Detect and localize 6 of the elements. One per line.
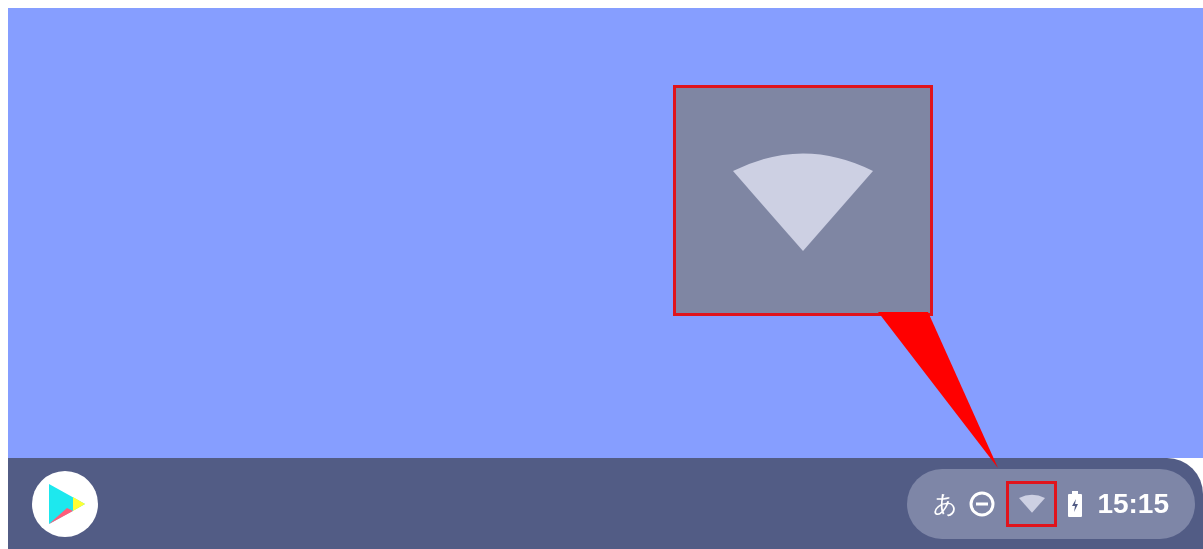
clock-time: 15:15	[1097, 487, 1169, 520]
input-method-label: あ	[933, 488, 959, 519]
battery-icon	[1067, 490, 1084, 517]
wifi-icon	[1018, 494, 1045, 513]
do-not-disturb-icon	[968, 489, 997, 518]
status-tray[interactable]: あ 15:15	[907, 468, 1195, 539]
